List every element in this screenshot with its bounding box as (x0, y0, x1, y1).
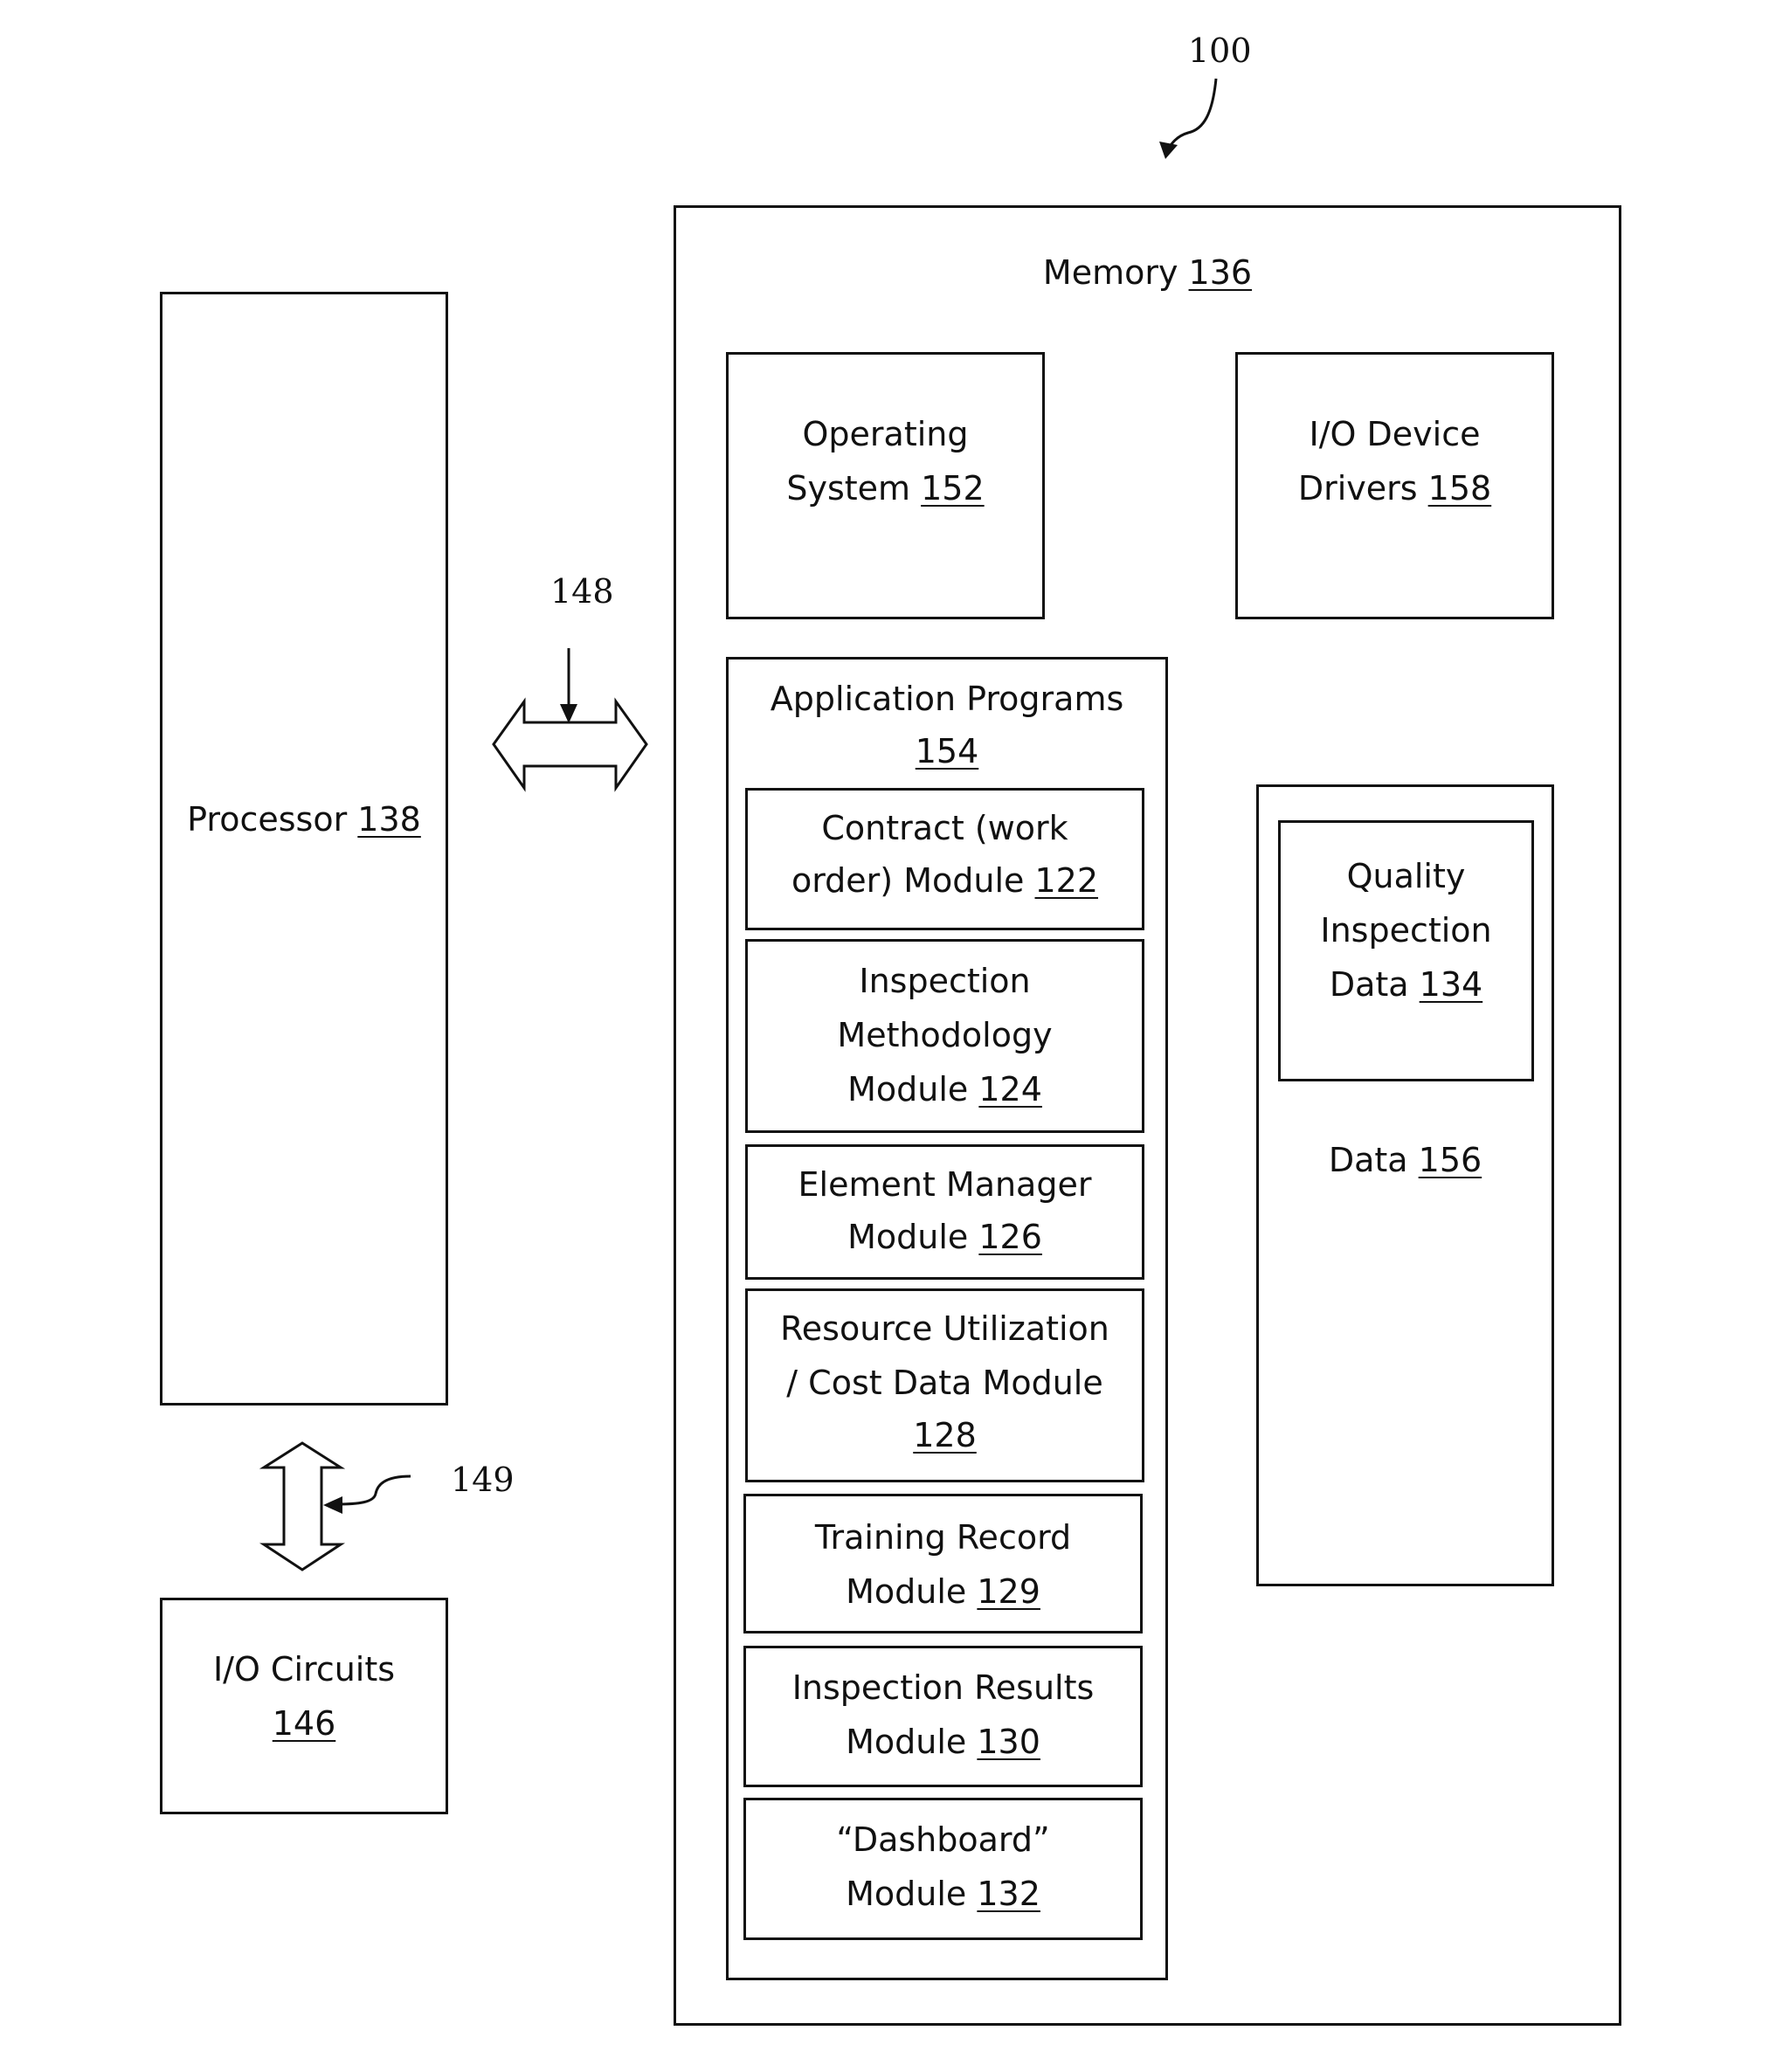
bus-io-leader-head (323, 1496, 342, 1514)
io-circuits-ref-line: 146 (162, 1696, 446, 1751)
figure-leader-arrow (1165, 78, 1218, 151)
bus-io-leader (335, 1475, 411, 1506)
module-box: Resource Utilization / Cost Data Module … (745, 1288, 1144, 1482)
os-line1: Operating (802, 415, 969, 453)
module-line: Module 124 (748, 1062, 1142, 1116)
module-ref: 130 (977, 1723, 1040, 1761)
drivers-name: Drivers (1297, 469, 1418, 508)
qi-line3: Data 134 (1281, 957, 1531, 1012)
qi-line1: Quality (1346, 857, 1466, 895)
module-box: Element Manager Module 126 (745, 1144, 1144, 1280)
app-programs-label: Application Programs (770, 680, 1124, 718)
bus-memory-ref-label: 148 (550, 572, 614, 611)
qi-line2: Inspection (1320, 911, 1492, 950)
bus-memory-leader-head (560, 704, 577, 723)
operating-system-box: Operating System 152 (726, 352, 1045, 619)
module-ref: 132 (977, 1875, 1040, 1913)
io-circuits-label: I/O Circuits (212, 1650, 396, 1689)
module-ref: 128 (913, 1416, 977, 1454)
module-line: Methodology (837, 1016, 1053, 1054)
module-line: Module 130 (746, 1715, 1140, 1769)
module-line: 128 (748, 1408, 1142, 1462)
module-line: Module 132 (746, 1867, 1140, 1921)
memory-label: Memory 136 (676, 245, 1619, 300)
data-label: Data 156 (1259, 1133, 1552, 1187)
app-programs-ref-line: 154 (729, 724, 1165, 778)
module-line: Element Manager (798, 1165, 1092, 1204)
data-name: Data (1328, 1141, 1408, 1179)
module-line: Module 129 (746, 1564, 1140, 1619)
quality-inspection-data-box: Quality Inspection Data 134 (1278, 820, 1534, 1081)
module-ref: 126 (978, 1218, 1042, 1256)
module-line: Inspection Results (791, 1668, 1095, 1707)
figure-leader-arrowhead (1159, 142, 1178, 159)
module-ref: 122 (1034, 861, 1099, 900)
module-line: order) Module 122 (748, 853, 1142, 908)
module-box: Training Record Module 129 (743, 1494, 1143, 1633)
qi-name: Data (1329, 965, 1409, 1004)
module-line: “Dashboard” (836, 1820, 1050, 1859)
module-name: Module (846, 1875, 967, 1913)
processor-name: Processor (187, 800, 348, 839)
bus-io-arrow (259, 1441, 346, 1571)
module-line: Module 126 (748, 1210, 1142, 1264)
io-circuits-ref: 146 (272, 1704, 336, 1743)
io-device-drivers-box: I/O Device Drivers 158 (1235, 352, 1554, 619)
figure-ref-label: 100 (1188, 31, 1252, 70)
module-line: Inspection (859, 962, 1031, 1000)
module-box: “Dashboard” Module 132 (743, 1798, 1143, 1940)
module-box: Inspection Methodology Module 124 (745, 939, 1144, 1133)
module-ref: 129 (977, 1572, 1040, 1611)
io-circuits-box: I/O Circuits 146 (160, 1598, 448, 1814)
module-line: / Cost Data Module (786, 1364, 1103, 1402)
bus-io-ref-label: 149 (451, 1461, 515, 1499)
module-name: Module (846, 1572, 967, 1611)
module-box: Contract (work order) Module 122 (745, 788, 1144, 930)
app-programs-ref: 154 (915, 732, 979, 770)
module-ref: 124 (978, 1070, 1042, 1109)
processor-label: Processor 138 (162, 792, 446, 846)
memory-name: Memory (1042, 253, 1178, 292)
module-line: Resource Utilization (780, 1309, 1109, 1348)
processor-ref: 138 (357, 800, 421, 839)
module-name: Module (847, 1070, 969, 1109)
qi-ref: 134 (1419, 965, 1483, 1004)
os-line2: System 152 (729, 461, 1042, 515)
bus-memory-arrow (492, 697, 648, 792)
module-name: Module (846, 1723, 967, 1761)
os-ref: 152 (921, 469, 985, 508)
module-name: Module (847, 1218, 969, 1256)
module-box: Inspection Results Module 130 (743, 1646, 1143, 1787)
data-ref: 156 (1418, 1141, 1482, 1179)
module-name: order) Module (791, 861, 1025, 900)
drivers-line2: Drivers 158 (1238, 461, 1552, 515)
drivers-line1: I/O Device (1309, 415, 1481, 453)
processor-box: Processor 138 (160, 292, 448, 1406)
os-name: System (786, 469, 911, 508)
drivers-ref: 158 (1427, 469, 1492, 508)
module-line: Training Record (814, 1518, 1072, 1557)
module-line: Contract (work (821, 809, 1068, 847)
memory-ref: 136 (1188, 253, 1253, 292)
